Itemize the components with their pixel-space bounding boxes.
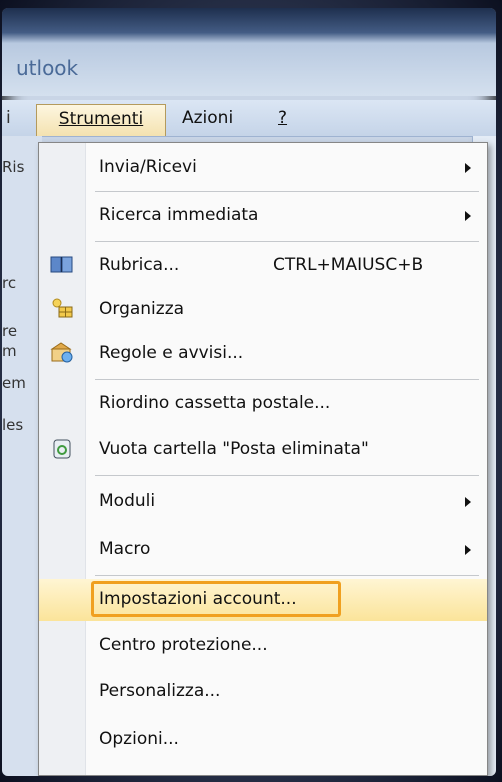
menu-item-label: Centro protezione... bbox=[99, 635, 268, 655]
menu-item-label: Vuota cartella "Posta eliminata" bbox=[99, 439, 369, 459]
menu-item-cut[interactable]: i bbox=[2, 106, 16, 130]
app-title: utlook bbox=[16, 56, 79, 80]
submenu-arrow-icon bbox=[465, 163, 471, 173]
left-fragment: rc bbox=[2, 274, 17, 292]
menu-item-rubrica[interactable]: Rubrica... CTRL+MAIUSC+B bbox=[39, 245, 487, 287]
menu-item-moduli[interactable]: Moduli bbox=[39, 481, 487, 523]
strumenti-dropdown: Invia/Ricevi Ricerca immediata Rubrica..… bbox=[38, 142, 488, 776]
menu-item-centro-protezione[interactable]: Centro protezione... bbox=[39, 625, 487, 667]
menu-item-label: Personalizza... bbox=[99, 681, 221, 701]
address-book-icon bbox=[50, 256, 73, 273]
menu-item-label: Opzioni... bbox=[99, 729, 179, 749]
menu-item-label: Organizza bbox=[99, 299, 185, 319]
menu-item-label: Rubrica... bbox=[99, 255, 180, 275]
menu-item-label: Impostazioni account... bbox=[99, 589, 297, 609]
title-bar: utlook bbox=[2, 8, 496, 96]
menu-help[interactable]: ? bbox=[274, 106, 291, 130]
menu-item-macro[interactable]: Macro bbox=[39, 529, 487, 571]
menu-separator bbox=[95, 191, 479, 192]
menu-item-regole-avvisi[interactable]: Regole e avvisi... bbox=[39, 333, 487, 375]
menu-item-ricerca-immediata[interactable]: Ricerca immediata bbox=[39, 195, 487, 237]
menu-item-riordino[interactable]: Riordino cassetta postale... bbox=[39, 383, 487, 425]
menu-item-invia-ricevi[interactable]: Invia/Ricevi bbox=[39, 147, 487, 189]
menu-item-opzioni[interactable]: Opzioni... bbox=[39, 719, 487, 761]
menu-item-organizza[interactable]: Organizza bbox=[39, 289, 487, 331]
left-fragment: les bbox=[2, 416, 24, 434]
menu-item-label: Macro bbox=[99, 539, 151, 559]
menu-separator bbox=[95, 575, 479, 576]
menu-item-label: Regole e avvisi... bbox=[99, 343, 244, 363]
left-fragment: m bbox=[2, 342, 17, 360]
left-pane: Ris rc re m em les bbox=[2, 136, 42, 776]
menu-item-personalizza[interactable]: Personalizza... bbox=[39, 671, 487, 713]
menu-item-label: Riordino cassetta postale... bbox=[99, 393, 331, 413]
outlook-window: utlook i Strumenti Azioni ? Ris rc re m … bbox=[2, 8, 496, 776]
recycle-bin-icon bbox=[53, 439, 71, 459]
menu-help-label: ? bbox=[278, 108, 288, 128]
submenu-arrow-icon bbox=[465, 545, 471, 555]
menu-item-vuota-cartella[interactable]: Vuota cartella "Posta eliminata" bbox=[39, 429, 487, 471]
left-fragment: re bbox=[2, 322, 18, 340]
menu-bar: i Strumenti Azioni ? bbox=[2, 100, 496, 137]
menu-item-shortcut: CTRL+MAIUSC+B bbox=[273, 255, 424, 275]
menu-strumenti-label: Strumenti bbox=[58, 109, 144, 129]
menu-item-label: Ricerca immediata bbox=[99, 205, 259, 225]
menu-item-label: Invia/Ricevi bbox=[99, 157, 197, 177]
menu-azioni[interactable]: Azioni bbox=[178, 106, 237, 130]
menu-separator bbox=[95, 475, 479, 476]
organize-icon bbox=[52, 298, 73, 318]
submenu-arrow-icon bbox=[465, 211, 471, 221]
rules-icon bbox=[50, 342, 73, 363]
left-fragment: Ris bbox=[2, 158, 25, 176]
menu-item-impostazioni-account[interactable]: Impostazioni account... bbox=[39, 579, 487, 621]
submenu-arrow-icon bbox=[465, 497, 471, 507]
left-fragment: em bbox=[2, 374, 26, 392]
menu-separator bbox=[95, 379, 479, 380]
menu-item-label: Moduli bbox=[99, 491, 156, 511]
menu-strumenti[interactable]: Strumenti bbox=[36, 104, 166, 136]
menu-separator bbox=[95, 241, 479, 242]
